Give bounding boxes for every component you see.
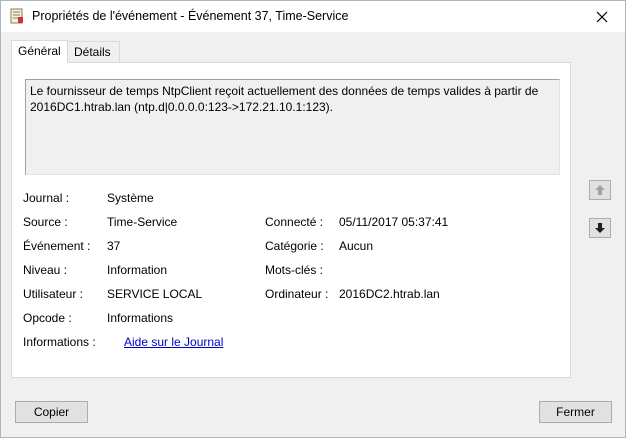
event-properties-icon	[9, 8, 25, 24]
arrow-up-icon	[595, 185, 605, 195]
tab-details[interactable]: Détails	[67, 41, 120, 62]
computer-value: 2016DC2.htrab.lan	[339, 287, 440, 301]
keywords-label: Mots-clés :	[265, 263, 324, 277]
journal-value: Système	[107, 191, 154, 205]
event-properties-window: Propriétés de l'événement - Événement 37…	[0, 0, 626, 438]
computer-label: Ordinateur :	[265, 287, 329, 301]
logged-label: Connecté :	[265, 215, 324, 229]
level-label: Niveau :	[23, 263, 68, 277]
level-value: Information	[107, 263, 168, 277]
title-bar: Propriétés de l'événement - Événement 37…	[1, 1, 625, 32]
category-label: Catégorie :	[265, 239, 324, 253]
description-box[interactable]: Le fournisseur de temps NtpClient reçoit…	[25, 79, 560, 175]
event-log-help-link[interactable]: Aide sur le Journal	[124, 335, 223, 349]
user-label: Utilisateur :	[23, 287, 84, 301]
close-icon	[596, 11, 608, 22]
source-value: Time-Service	[107, 215, 178, 229]
more-info-label: Informations :	[23, 335, 96, 349]
user-value: SERVICE LOCAL	[107, 287, 203, 301]
window-title: Propriétés de l'événement - Événement 37…	[32, 9, 349, 23]
close-window-button[interactable]	[579, 1, 625, 32]
next-event-button[interactable]	[589, 218, 611, 238]
copy-button[interactable]: Copier	[15, 401, 88, 423]
arrow-down-icon	[595, 223, 605, 233]
tab-general[interactable]: Général	[11, 40, 68, 63]
category-value: Aucun	[339, 239, 374, 253]
opcode-value: Informations	[107, 311, 174, 325]
event-id-value: 37	[107, 239, 121, 253]
logged-value: 05/11/2017 05:37:41	[339, 215, 449, 229]
journal-label: Journal :	[23, 191, 70, 205]
event-id-label: Événement :	[23, 239, 91, 253]
source-label: Source :	[23, 215, 68, 229]
close-button[interactable]: Fermer	[539, 401, 612, 423]
opcode-label: Opcode :	[23, 311, 72, 325]
event-description: Le fournisseur de temps NtpClient reçoit…	[30, 84, 539, 114]
general-panel: Le fournisseur de temps NtpClient reçoit…	[11, 62, 571, 378]
previous-event-button[interactable]	[589, 180, 611, 200]
